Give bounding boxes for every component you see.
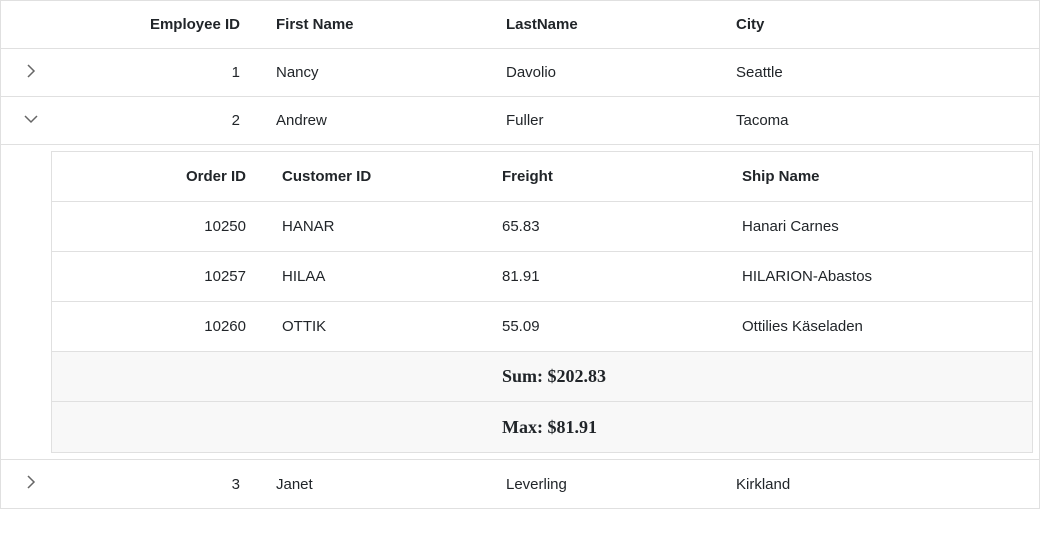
chevron-right-icon: [23, 63, 39, 83]
cell-freight: 81.91: [492, 256, 732, 297]
expand-toggle[interactable]: [1, 63, 61, 83]
master-row: 2 Andrew Fuller Tacoma: [1, 97, 1039, 145]
column-header-city[interactable]: City: [726, 4, 986, 45]
column-header-order-id[interactable]: Order ID: [52, 156, 272, 197]
summary-sum-value: Sum: $202.83: [492, 354, 732, 399]
cell-ship-name: HILARION-Abastos: [732, 256, 1012, 297]
cell-freight: 55.09: [492, 306, 732, 347]
master-row: 1 Nancy Davolio Seattle: [1, 49, 1039, 97]
cell-ship-name: Hanari Carnes: [732, 206, 1012, 247]
cell-city: Tacoma: [726, 100, 986, 141]
cell-last-name: Davolio: [496, 52, 726, 93]
cell-city: Kirkland: [726, 464, 986, 505]
column-header-first-name[interactable]: First Name: [266, 4, 496, 45]
expand-toggle[interactable]: [1, 111, 61, 131]
cell-employee-id: 1: [61, 52, 266, 93]
summary-row-sum: Sum: $202.83: [52, 352, 1032, 402]
master-row: 3 Janet Leverling Kirkland: [1, 460, 1039, 508]
cell-customer-id: HILAA: [272, 256, 492, 297]
cell-last-name: Leverling: [496, 464, 726, 505]
cell-ship-name: Ottilies Käseladen: [732, 306, 1012, 347]
cell-first-name: Janet: [266, 464, 496, 505]
cell-first-name: Andrew: [266, 100, 496, 141]
column-header-freight[interactable]: Freight: [492, 156, 732, 197]
cell-last-name: Fuller: [496, 100, 726, 141]
column-header-employee-id[interactable]: Employee ID: [61, 4, 266, 45]
master-grid: Employee ID First Name LastName City 1 N…: [0, 0, 1040, 509]
detail-container: Order ID Customer ID Freight Ship Name 1…: [1, 145, 1039, 460]
master-header-row: Employee ID First Name LastName City: [1, 1, 1039, 49]
cell-freight: 65.83: [492, 206, 732, 247]
cell-customer-id: HANAR: [272, 206, 492, 247]
detail-row: 10260 OTTIK 55.09 Ottilies Käseladen: [52, 302, 1032, 352]
cell-first-name: Nancy: [266, 52, 496, 93]
cell-order-id: 10257: [52, 256, 272, 297]
detail-row: 10250 HANAR 65.83 Hanari Carnes: [52, 202, 1032, 252]
column-header-customer-id[interactable]: Customer ID: [272, 156, 492, 197]
cell-employee-id: 2: [61, 100, 266, 141]
summary-max-value: Max: $81.91: [492, 405, 732, 450]
chevron-down-icon: [23, 111, 39, 131]
summary-row-max: Max: $81.91: [52, 402, 1032, 452]
detail-grid: Order ID Customer ID Freight Ship Name 1…: [51, 151, 1033, 453]
cell-customer-id: OTTIK: [272, 306, 492, 347]
column-header-ship-name[interactable]: Ship Name: [732, 156, 1012, 197]
detail-header-row: Order ID Customer ID Freight Ship Name: [52, 152, 1032, 202]
detail-row: 10257 HILAA 81.91 HILARION-Abastos: [52, 252, 1032, 302]
chevron-right-icon: [23, 474, 39, 494]
cell-order-id: 10250: [52, 206, 272, 247]
column-header-last-name[interactable]: LastName: [496, 4, 726, 45]
cell-order-id: 10260: [52, 306, 272, 347]
cell-employee-id: 3: [61, 464, 266, 505]
cell-city: Seattle: [726, 52, 986, 93]
expand-toggle[interactable]: [1, 474, 61, 494]
